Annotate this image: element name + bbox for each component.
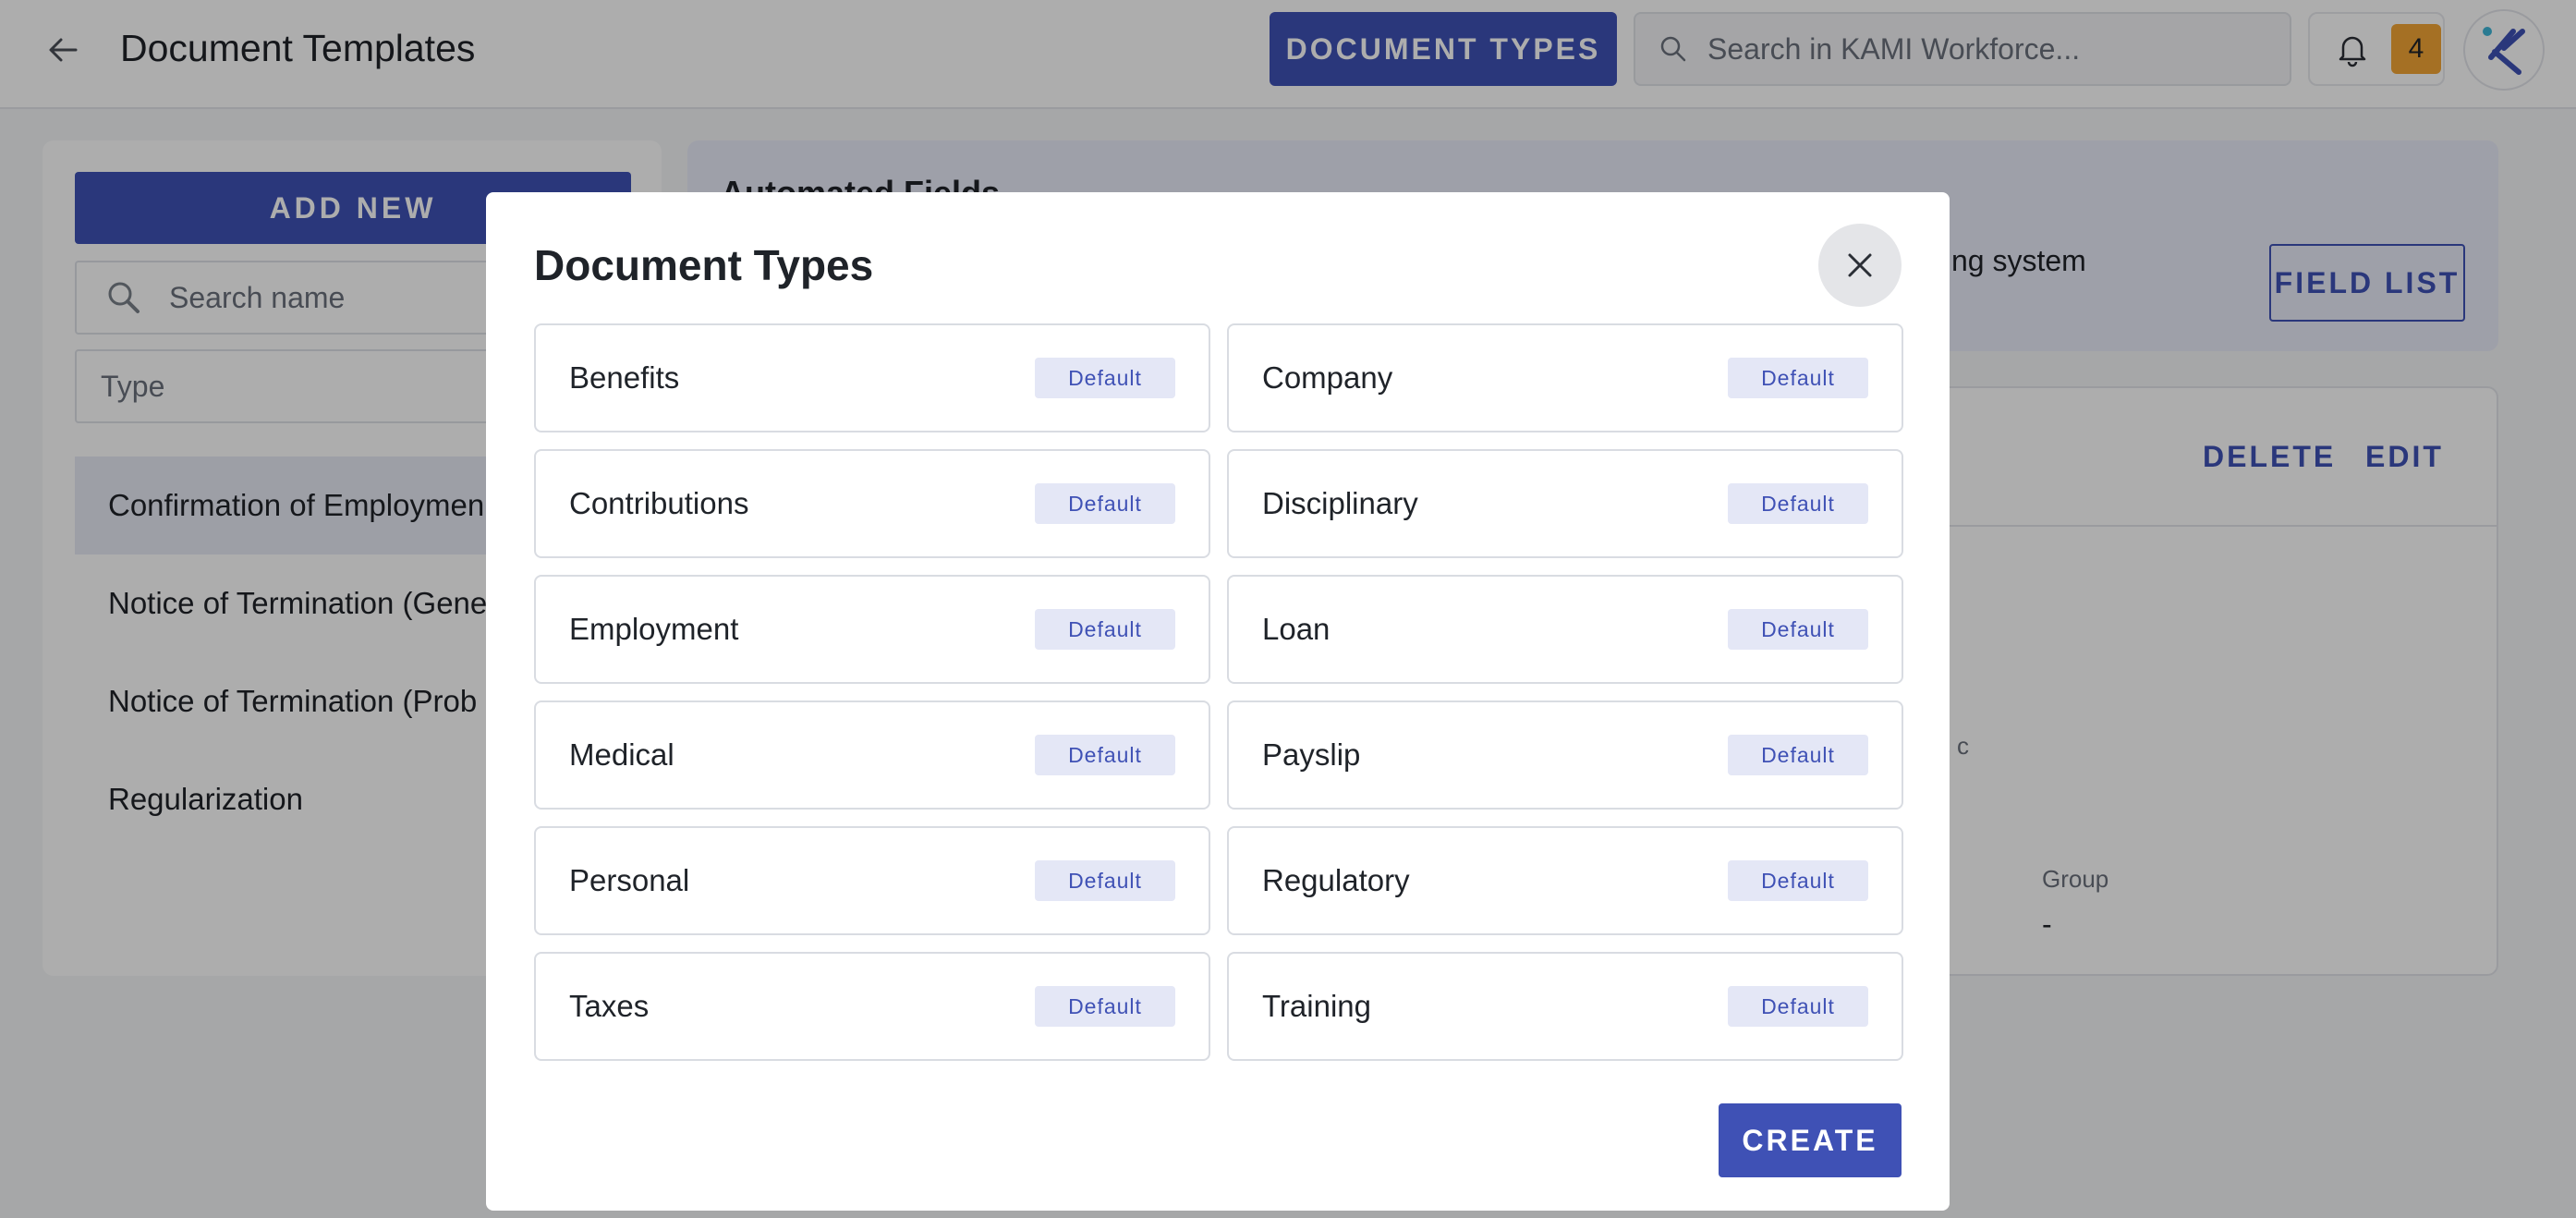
type-name: Medical (569, 737, 674, 772)
type-card-training[interactable]: Training Default (1227, 952, 1903, 1061)
default-badge: Default (1728, 735, 1868, 775)
type-card-loan[interactable]: Loan Default (1227, 575, 1903, 684)
type-name: Disciplinary (1262, 486, 1418, 520)
type-name: Benefits (569, 360, 680, 395)
type-card-employment[interactable]: Employment Default (534, 575, 1210, 684)
type-card-medical[interactable]: Medical Default (534, 700, 1210, 810)
document-type-grid: Benefits Default Company Default Contrib… (534, 323, 1903, 1061)
default-badge: Default (1035, 986, 1175, 1027)
type-card-payslip[interactable]: Payslip Default (1227, 700, 1903, 810)
default-badge: Default (1728, 358, 1868, 398)
type-card-disciplinary[interactable]: Disciplinary Default (1227, 449, 1903, 558)
default-badge: Default (1728, 986, 1868, 1027)
type-card-benefits[interactable]: Benefits Default (534, 323, 1210, 432)
type-name: Personal (569, 863, 690, 897)
type-name: Contributions (569, 486, 749, 520)
type-name: Training (1262, 989, 1371, 1023)
close-button[interactable] (1818, 224, 1902, 307)
create-button[interactable]: CREATE (1719, 1103, 1902, 1177)
default-badge: Default (1035, 483, 1175, 524)
type-card-taxes[interactable]: Taxes Default (534, 952, 1210, 1061)
document-types-modal: Document Types Benefits Default Company … (486, 192, 1950, 1211)
type-card-regulatory[interactable]: Regulatory Default (1227, 826, 1903, 935)
type-card-personal[interactable]: Personal Default (534, 826, 1210, 935)
type-name: Company (1262, 360, 1393, 395)
default-badge: Default (1035, 358, 1175, 398)
type-card-company[interactable]: Company Default (1227, 323, 1903, 432)
modal-title: Document Types (534, 241, 874, 289)
type-name: Employment (569, 612, 739, 646)
close-icon (1848, 253, 1872, 277)
default-badge: Default (1035, 609, 1175, 650)
default-badge: Default (1035, 860, 1175, 901)
type-card-contributions[interactable]: Contributions Default (534, 449, 1210, 558)
default-badge: Default (1728, 609, 1868, 650)
default-badge: Default (1728, 483, 1868, 524)
default-badge: Default (1035, 735, 1175, 775)
type-name: Taxes (569, 989, 650, 1023)
type-name: Regulatory (1262, 863, 1410, 897)
type-name: Payslip (1262, 737, 1361, 772)
type-name: Loan (1262, 612, 1331, 646)
default-badge: Default (1728, 860, 1868, 901)
